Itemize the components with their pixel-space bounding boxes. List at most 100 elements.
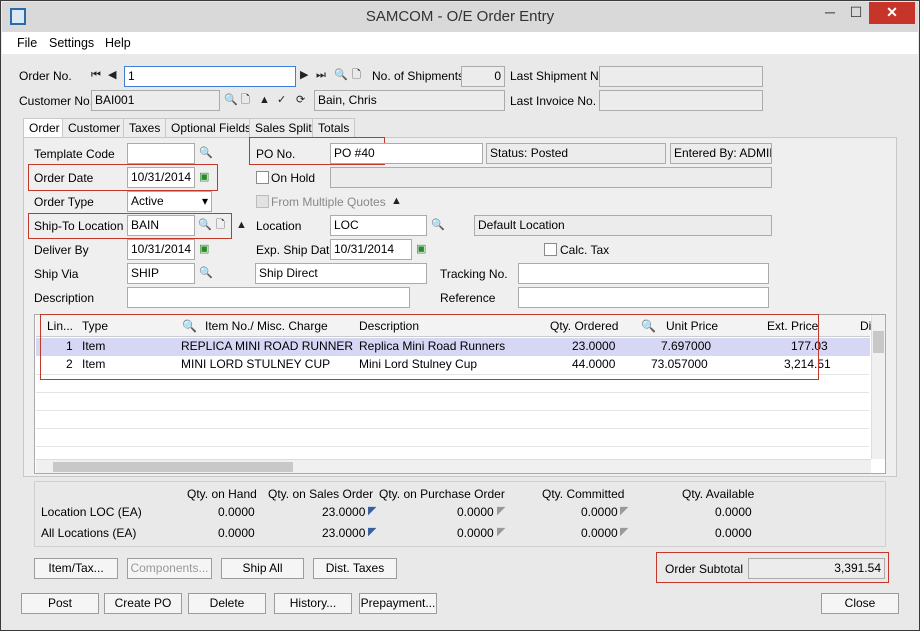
delete-button[interactable]: Delete bbox=[188, 593, 266, 614]
tab-sales-split[interactable]: Sales Split bbox=[249, 118, 318, 137]
first-record-icon[interactable]: ⏮ bbox=[91, 69, 101, 82]
drilldown-icon[interactable]: ◤ bbox=[368, 526, 376, 539]
minimize-button[interactable]: ─ bbox=[817, 2, 843, 24]
order-type-select[interactable]: Active ▾ bbox=[127, 191, 212, 212]
search-icon[interactable]: 🔍 bbox=[334, 69, 348, 82]
expand-up-icon[interactable]: ▲ bbox=[391, 195, 402, 208]
calc-tax-label: Calc. Tax bbox=[560, 243, 610, 257]
status-field: Status: Posted bbox=[486, 143, 666, 164]
description-input[interactable] bbox=[127, 287, 410, 308]
deliver-by-label: Deliver By bbox=[34, 243, 89, 257]
maximize-button[interactable]: ☐ bbox=[844, 2, 868, 24]
horizontal-scroll-thumb[interactable] bbox=[53, 462, 293, 472]
reference-input[interactable] bbox=[518, 287, 769, 308]
refresh-icon[interactable]: ⟳ bbox=[296, 94, 305, 107]
ship-via-search-icon[interactable]: 🔍 bbox=[199, 267, 213, 280]
vertical-scroll-thumb[interactable] bbox=[873, 331, 884, 353]
drilldown-icon[interactable]: ◤ bbox=[368, 505, 376, 518]
next-record-icon[interactable]: ▶ bbox=[300, 69, 308, 82]
dist-taxes-button[interactable]: Dist. Taxes bbox=[313, 558, 397, 579]
last-shipment-label: Last Shipment No. bbox=[510, 69, 609, 83]
location-input[interactable]: LOC bbox=[330, 215, 427, 236]
template-search-icon[interactable]: 🔍 bbox=[199, 147, 213, 160]
order-subtotal-label: Order Subtotal bbox=[665, 562, 744, 576]
qty-value: 0.0000 bbox=[457, 505, 494, 519]
tab-optional-fields[interactable]: Optional Fields bbox=[165, 118, 258, 137]
template-code-input[interactable] bbox=[127, 143, 195, 164]
drilldown-icon[interactable]: ◤ bbox=[497, 526, 505, 539]
qty-value: 0.0000 bbox=[457, 526, 494, 540]
order-no-input[interactable]: 1 bbox=[124, 66, 296, 87]
vertical-scrollbar[interactable] bbox=[871, 315, 885, 459]
customer-document-icon[interactable]: 🗋 bbox=[241, 94, 250, 107]
order-date-label: Order Date bbox=[34, 171, 94, 185]
last-shipment-field bbox=[599, 66, 763, 87]
po-no-label: PO No. bbox=[256, 147, 296, 161]
tab-customer[interactable]: Customer bbox=[62, 118, 127, 137]
menu-file[interactable]: File bbox=[17, 36, 37, 50]
qty-on-po-header: Qty. on Purchase Order bbox=[379, 487, 505, 501]
collapse-up-icon[interactable]: ▲ bbox=[259, 94, 270, 107]
order-date-input[interactable]: 10/31/2014 bbox=[127, 167, 195, 188]
close-window-button[interactable]: ✕ bbox=[869, 2, 915, 24]
title-bar: SAMCOM - O/E Order Entry ─ ☐ ✕ bbox=[2, 2, 918, 32]
new-document-icon[interactable]: 🗋 bbox=[352, 69, 361, 82]
post-button[interactable]: Post bbox=[21, 593, 99, 614]
description-label: Description bbox=[34, 291, 95, 305]
prepayment-button[interactable]: Prepayment... bbox=[359, 593, 437, 614]
tab-order[interactable]: Order bbox=[23, 118, 66, 138]
ship-to-search-icon[interactable]: 🔍 bbox=[198, 219, 212, 232]
from-quotes-label: From Multiple Quotes bbox=[271, 195, 386, 209]
qty-on-hand-header: Qty. on Hand bbox=[187, 487, 257, 501]
ship-via-description[interactable]: Ship Direct bbox=[255, 263, 427, 284]
item-tax-button[interactable]: Item/Tax... bbox=[34, 558, 118, 579]
ship-to-input[interactable]: BAIN bbox=[127, 215, 195, 236]
tracking-input[interactable] bbox=[518, 263, 769, 284]
on-hold-checkbox[interactable] bbox=[256, 171, 269, 184]
grid-line bbox=[36, 392, 869, 393]
components-button[interactable]: Components... bbox=[127, 558, 212, 579]
entered-by-field: Entered By: ADMIN bbox=[670, 143, 772, 164]
history-button[interactable]: History... bbox=[274, 593, 352, 614]
order-type-value: Active bbox=[131, 194, 164, 208]
exp-ship-calendar-icon[interactable]: ▣ bbox=[416, 243, 426, 256]
location-description: Default Location bbox=[474, 215, 772, 236]
grid-line bbox=[36, 428, 869, 429]
calendar-icon[interactable]: ▣ bbox=[199, 171, 209, 184]
deliver-calendar-icon[interactable]: ▣ bbox=[199, 243, 209, 256]
drilldown-icon[interactable]: ◤ bbox=[620, 505, 628, 518]
last-record-icon[interactable]: ⏭ bbox=[316, 69, 326, 82]
ship-to-collapse-icon[interactable]: ▲ bbox=[236, 219, 247, 232]
drilldown-icon[interactable]: ◤ bbox=[620, 526, 628, 539]
last-invoice-field bbox=[599, 90, 763, 111]
qty-value: 0.0000 bbox=[581, 526, 618, 540]
customer-no-field[interactable]: BAI001 bbox=[91, 90, 220, 111]
tracking-label: Tracking No. bbox=[440, 267, 508, 281]
check-edit-icon[interactable]: ✓ bbox=[277, 94, 286, 107]
ship-via-input[interactable]: SHIP bbox=[127, 263, 195, 284]
qty-available-header: Qty. Available bbox=[682, 487, 755, 501]
location-search-icon[interactable]: 🔍 bbox=[431, 219, 445, 232]
last-invoice-label: Last Invoice No. bbox=[510, 94, 597, 108]
tab-taxes[interactable]: Taxes bbox=[123, 118, 167, 137]
grid-line bbox=[36, 410, 869, 411]
location-label: Location bbox=[256, 219, 302, 233]
menu-help[interactable]: Help bbox=[105, 36, 131, 50]
create-po-button[interactable]: Create PO bbox=[104, 593, 182, 614]
horizontal-scrollbar[interactable] bbox=[36, 459, 871, 473]
qty-value: 0.0000 bbox=[581, 505, 618, 519]
ship-to-document-icon[interactable]: 🗋 bbox=[216, 219, 225, 232]
calc-tax-checkbox[interactable] bbox=[544, 243, 557, 256]
deliver-by-input[interactable]: 10/31/2014 bbox=[127, 239, 195, 260]
tab-totals[interactable]: Totals bbox=[312, 118, 356, 137]
po-no-input[interactable]: PO #40 bbox=[330, 143, 483, 164]
menu-settings[interactable]: Settings bbox=[49, 36, 94, 50]
customer-search-icon[interactable]: 🔍 bbox=[224, 94, 238, 107]
exp-ship-input[interactable]: 10/31/2014 bbox=[330, 239, 412, 260]
qty-value: 0.0000 bbox=[218, 526, 255, 540]
previous-record-icon[interactable]: ◀ bbox=[108, 69, 116, 82]
ship-all-button[interactable]: Ship All bbox=[221, 558, 304, 579]
close-button[interactable]: Close bbox=[821, 593, 899, 614]
drilldown-icon[interactable]: ◤ bbox=[497, 505, 505, 518]
qty-value: 0.0000 bbox=[715, 505, 752, 519]
